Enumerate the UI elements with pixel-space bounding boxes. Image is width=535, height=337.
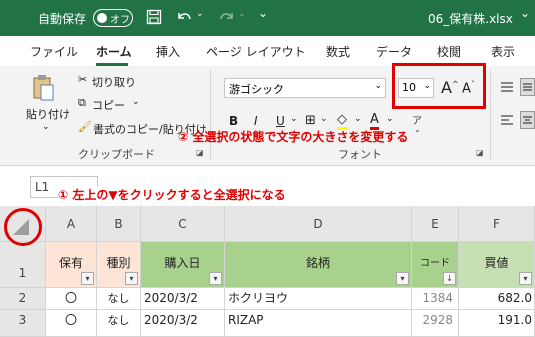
- cell[interactable]: 2020/3/2: [141, 310, 225, 337]
- scissors-icon[interactable]: ✂: [78, 73, 87, 86]
- annotation-step1: ① 左上の▼をクリックすると全選択になる: [58, 186, 286, 203]
- underline-button[interactable]: U: [276, 114, 285, 128]
- borders-icon[interactable]: ⊞: [305, 113, 316, 128]
- cell[interactable]: 1384: [412, 288, 459, 310]
- undo-dropdown-icon[interactable]: ⌄: [196, 9, 204, 19]
- copy-dropdown-icon[interactable]: ⌄: [132, 97, 140, 107]
- column-header[interactable]: E: [412, 206, 459, 242]
- header-cell-kaine[interactable]: 買値 ▾: [459, 242, 535, 288]
- paste-dropdown-icon[interactable]: ⌄: [42, 122, 50, 132]
- phonetic-dropdown-icon[interactable]: ⌄: [414, 125, 421, 134]
- header-cell-label: 買値: [484, 256, 509, 270]
- font-name-combo[interactable]: 游ゴシック ⌄: [224, 78, 386, 98]
- cell[interactable]: RIZAP: [225, 310, 412, 337]
- paste-label[interactable]: 貼り付け: [26, 106, 70, 122]
- align-center-icon[interactable]: [520, 111, 535, 129]
- redo-icon: [220, 13, 233, 20]
- customize-qat-icon[interactable]: ⌄: [258, 6, 268, 20]
- format-painter-icon[interactable]: 🖌: [78, 120, 92, 133]
- filter-dropdown-icon[interactable]: ▾: [396, 272, 409, 285]
- toggle-label: オフ: [110, 15, 130, 26]
- filter-dropdown-icon[interactable]: ▾: [81, 272, 94, 285]
- cell[interactable]: 〇: [46, 310, 97, 337]
- group-divider: [490, 70, 491, 160]
- ribbon-tabs: ファイル ホーム 挿入 ページ レイアウト 数式 データ 校閲 表示: [0, 36, 535, 66]
- title-bar: 自動保存 オフ ⌄ ⌄ ⌄ 06_保有株.xlsx ⌄: [0, 0, 535, 36]
- column-header[interactable]: F: [459, 206, 535, 242]
- tab-view[interactable]: 表示: [491, 43, 515, 60]
- save-icon[interactable]: [146, 9, 162, 25]
- header-cell-hoyu[interactable]: 保有 ▾: [46, 242, 97, 288]
- tab-home[interactable]: ホーム: [96, 43, 132, 60]
- header-cell-meigara[interactable]: 銘柄 ▾: [225, 242, 412, 288]
- header-cell-code[interactable]: コード ↓: [412, 242, 459, 288]
- cut-button[interactable]: 切り取り: [92, 74, 136, 90]
- header-cell-label: 銘柄: [305, 256, 330, 270]
- row-header[interactable]: 3: [0, 310, 46, 337]
- column-header[interactable]: D: [225, 206, 412, 242]
- cell[interactable]: 682.0: [459, 288, 535, 310]
- autosave-label: 自動保存: [38, 12, 87, 26]
- annotation-step2: ② 全選択の状態で文字の大きさを変更する: [178, 130, 409, 144]
- font-launcher-icon[interactable]: ◪: [476, 148, 484, 157]
- tab-review[interactable]: 校閲: [437, 43, 461, 60]
- chevron-down-icon[interactable]: ⌄: [374, 81, 382, 91]
- row-header[interactable]: 1: [0, 242, 46, 288]
- file-name: 06_保有株.xlsx: [428, 12, 513, 26]
- column-header[interactable]: B: [97, 206, 141, 242]
- bold-button[interactable]: B: [229, 114, 238, 128]
- copy-icon[interactable]: ⧉: [78, 96, 86, 110]
- group-divider: [210, 70, 211, 160]
- font-color-dropdown-icon[interactable]: ⌄: [386, 114, 394, 124]
- redo-dropdown-icon: ⌄: [238, 9, 246, 19]
- italic-button[interactable]: I: [254, 114, 258, 128]
- filter-dropdown-icon[interactable]: ▾: [209, 272, 222, 285]
- tab-insert[interactable]: 挿入: [156, 43, 180, 60]
- clipboard-group-label: クリップボード: [78, 148, 155, 161]
- cell[interactable]: 〇: [46, 288, 97, 310]
- column-header[interactable]: A: [46, 206, 97, 242]
- font-size-highlight: [392, 63, 486, 109]
- align-middle-icon[interactable]: [520, 78, 535, 96]
- paste-icon[interactable]: [32, 74, 54, 102]
- clipboard-launcher-icon[interactable]: ◪: [196, 148, 204, 157]
- align-left-icon[interactable]: [500, 114, 514, 126]
- autosave-toggle[interactable]: オフ: [93, 9, 133, 27]
- sort-filter-icon[interactable]: ↓: [443, 272, 456, 285]
- header-cell-label: 種別: [106, 256, 131, 270]
- tab-formulas[interactable]: 数式: [326, 43, 350, 60]
- toggle-knob: [97, 13, 107, 23]
- underline-dropdown-icon[interactable]: ⌄: [290, 114, 298, 124]
- cell[interactable]: 191.0: [459, 310, 535, 337]
- tab-data[interactable]: データ: [376, 43, 412, 60]
- cell[interactable]: 2020/3/2: [141, 288, 225, 310]
- tab-file[interactable]: ファイル: [30, 43, 78, 60]
- select-all-highlight-circle: [4, 208, 42, 246]
- undo-icon[interactable]: [175, 9, 193, 25]
- borders-dropdown-icon[interactable]: ⌄: [320, 114, 328, 124]
- header-cell-shubetsu[interactable]: 種別 ▾: [97, 242, 141, 288]
- header-cell-label: 購入日: [164, 256, 201, 270]
- cell[interactable]: ホクリヨウ: [225, 288, 412, 310]
- filter-dropdown-icon[interactable]: ▾: [125, 272, 138, 285]
- header-cell-label: 保有: [58, 256, 83, 270]
- header-cell-kounyubi[interactable]: 購入日 ▾: [141, 242, 225, 288]
- tab-page-layout[interactable]: ページ レイアウト: [206, 43, 306, 60]
- name-box-value: L1: [35, 180, 50, 194]
- align-top-icon[interactable]: [500, 81, 514, 93]
- font-name-value: 游ゴシック: [229, 83, 284, 96]
- filename-dropdown-icon[interactable]: ⌄: [520, 6, 530, 20]
- header-cell-label: コード: [420, 258, 450, 269]
- copy-button[interactable]: コピー: [92, 97, 125, 113]
- filter-dropdown-icon[interactable]: ▾: [519, 272, 532, 285]
- fill-color-dropdown-icon[interactable]: ⌄: [354, 114, 362, 124]
- cell[interactable]: なし: [97, 288, 141, 310]
- column-header[interactable]: C: [141, 206, 225, 242]
- row-header[interactable]: 2: [0, 288, 46, 310]
- cell[interactable]: なし: [97, 310, 141, 337]
- font-group-label: フォント: [338, 148, 382, 161]
- cell[interactable]: 2928: [412, 310, 459, 337]
